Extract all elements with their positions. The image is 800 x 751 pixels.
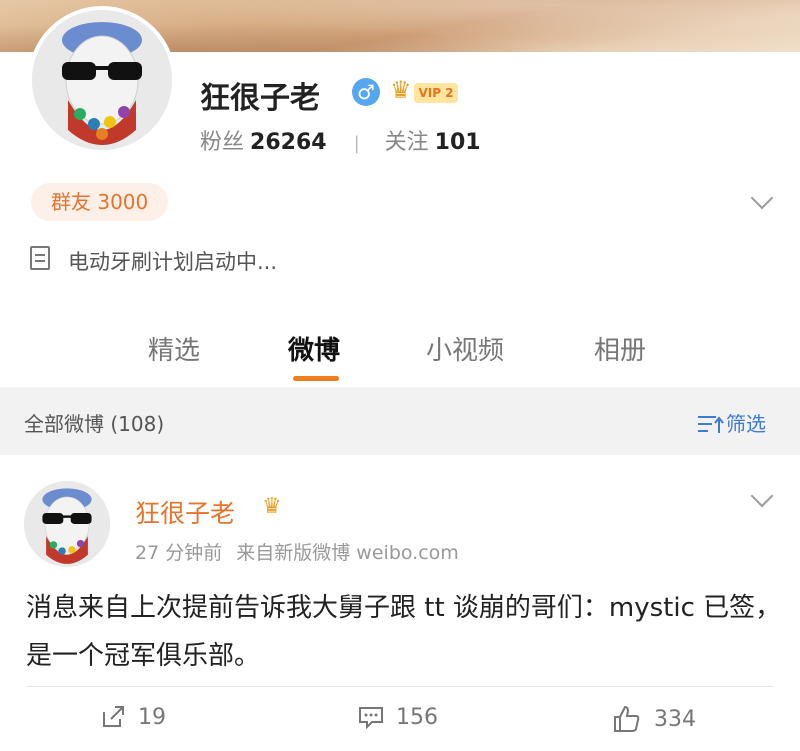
- follow-stat[interactable]: 关注 101: [385, 130, 481, 155]
- male-icon: ♂: [352, 78, 380, 106]
- crown-icon: ♛: [262, 494, 282, 519]
- filter-bar: 全部微博 (108) 筛选: [0, 387, 800, 455]
- comment-button[interactable]: 156: [358, 704, 438, 730]
- profile-avatar[interactable]: [28, 6, 176, 154]
- vip-badge[interactable]: VIP 2: [414, 83, 458, 103]
- comment-icon: [359, 707, 383, 730]
- post-author-avatar[interactable]: [24, 481, 110, 567]
- repost-icon: [103, 706, 124, 727]
- stats-divider: |: [353, 133, 360, 154]
- tab-album[interactable]: 相册: [594, 330, 646, 367]
- tab-featured[interactable]: 精选: [148, 330, 200, 367]
- fans-stat[interactable]: 粉丝 26264: [200, 130, 327, 155]
- post-meta: 27 分钟前 来自新版微博 weibo.com: [135, 538, 459, 565]
- thumbs-up-icon: [614, 705, 640, 732]
- active-tab-indicator: [293, 376, 339, 381]
- post-divider: [26, 686, 774, 687]
- filter-icon: [698, 416, 724, 433]
- filter-label: 全部微博 (108): [24, 412, 165, 436]
- group-chip[interactable]: 群友 3000: [31, 183, 169, 221]
- post-time: 27 分钟前: [135, 542, 223, 564]
- tab-weibo[interactable]: 微博: [288, 330, 340, 367]
- post-text: 消息来自上次提前告诉我大舅子跟 tt 谈崩的哥们：mystic 已签，是一个冠军…: [26, 593, 782, 671]
- post-menu-chevron-icon[interactable]: [750, 484, 774, 508]
- post-source: 来自新版微博 weibo.com: [236, 542, 459, 564]
- filter-button[interactable]: 筛选: [698, 408, 766, 437]
- profile-stats: 粉丝 26264 | 关注 101: [200, 124, 481, 156]
- post-author-name[interactable]: 狂很子老: [135, 494, 235, 530]
- profile-bio: 电动牙刷计划启动中...: [68, 250, 278, 274]
- repost-button[interactable]: 19: [100, 704, 166, 730]
- like-button[interactable]: 334: [612, 704, 696, 734]
- tab-short-video[interactable]: 小视频: [426, 330, 504, 367]
- crown-icon: ♛: [390, 76, 412, 104]
- document-icon: [30, 246, 50, 270]
- profile-name: 狂很子老: [200, 81, 320, 116]
